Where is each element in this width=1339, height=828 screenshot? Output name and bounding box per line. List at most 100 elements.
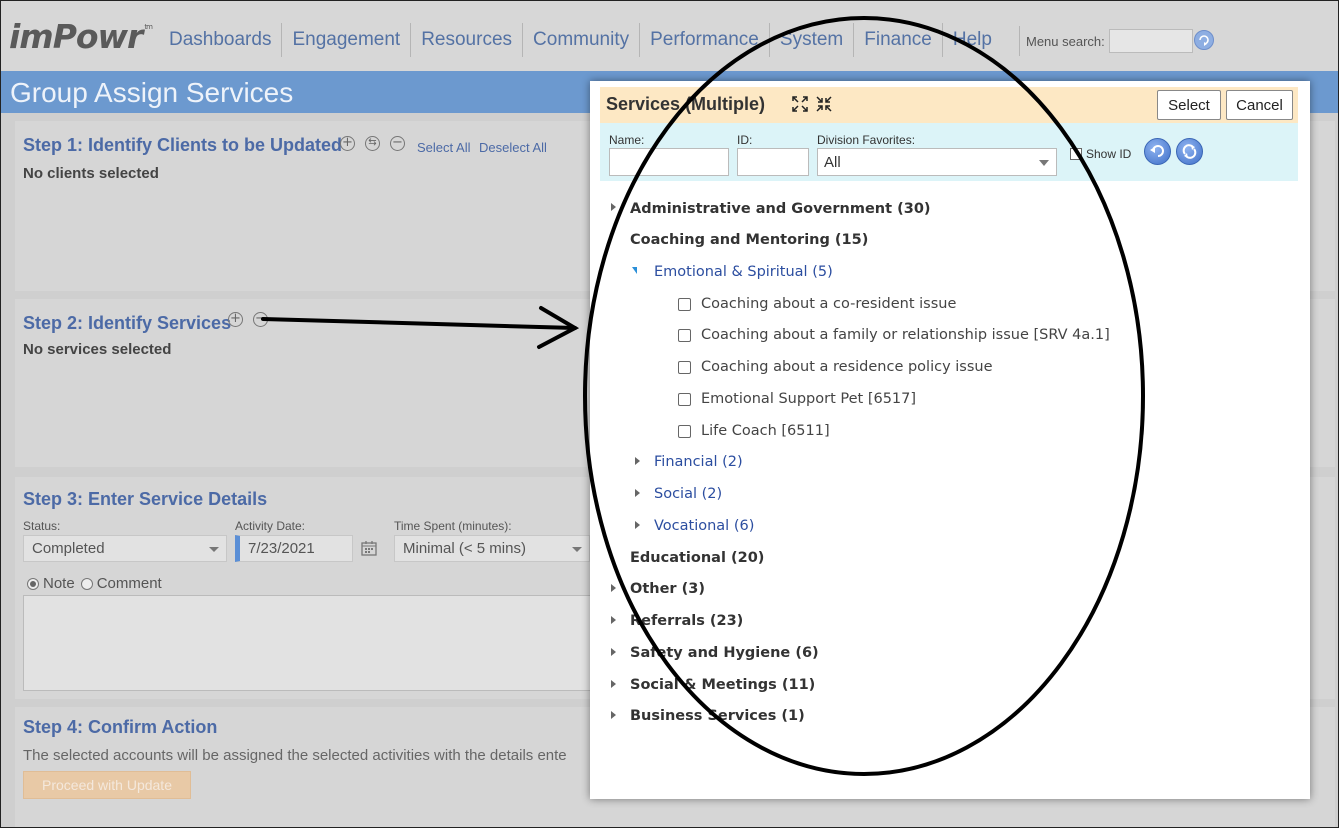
leaf-checkbox[interactable] xyxy=(678,393,691,406)
deselect-all-link[interactable]: Deselect All xyxy=(479,140,547,155)
nav-performance[interactable]: Performance xyxy=(639,23,769,57)
activity-date-input[interactable]: 7/23/2021 xyxy=(235,535,353,562)
nav-links: Dashboards Engagement Resources Communit… xyxy=(159,23,1002,57)
nav-dashboards[interactable]: Dashboards xyxy=(159,23,281,57)
id-input[interactable] xyxy=(737,148,809,176)
tree-leaf-policy[interactable]: Coaching about a residence policy issue xyxy=(701,359,993,375)
tree-category-coaching[interactable]: Coaching and Mentoring (15) xyxy=(630,232,868,248)
expand-arrow-icon[interactable] xyxy=(635,489,640,497)
note-textarea[interactable] xyxy=(23,595,625,691)
top-navigation: imPowr tm Dashboards Engagement Resources… xyxy=(1,1,1338,71)
status-label: Status: xyxy=(23,519,61,533)
step3-title: Step 3: Enter Service Details xyxy=(23,489,268,509)
menu-search: Menu search: xyxy=(1019,26,1193,56)
select-all-link[interactable]: Select All xyxy=(417,140,470,155)
tree-sub-financial[interactable]: Financial (2) xyxy=(654,454,743,470)
nav-system[interactable]: System xyxy=(768,23,853,57)
services-modal: Services (Multiple) Select Cancel Name: … xyxy=(590,81,1310,799)
tree-category-business[interactable]: Business Services (1) xyxy=(630,708,805,724)
logo-tm: tm xyxy=(144,23,153,31)
name-input[interactable] xyxy=(609,148,729,176)
tree-category-referrals[interactable]: Referrals (23) xyxy=(630,613,743,629)
step1-title: Step 1: Identify Clients to be Updated xyxy=(23,135,343,155)
nav-finance[interactable]: Finance xyxy=(853,23,942,57)
comment-radio-label: Comment xyxy=(96,575,162,592)
collapse-icon[interactable] xyxy=(816,96,832,112)
step4-title: Step 4: Confirm Action xyxy=(23,717,218,737)
add-circle-icon[interactable]: + xyxy=(340,136,355,151)
division-favorites-value: All xyxy=(824,154,841,171)
select-button[interactable]: Select xyxy=(1157,90,1221,120)
go-icon[interactable] xyxy=(1194,30,1214,50)
collapse-arrow-icon[interactable] xyxy=(632,267,637,274)
tree-leaf-family[interactable]: Coaching about a family or relationship … xyxy=(701,327,1110,343)
time-spent-value: Minimal (< 5 mins) xyxy=(403,540,526,557)
step2-title: Step 2: Identify Services xyxy=(23,313,232,333)
expand-arrow-icon[interactable] xyxy=(635,521,640,529)
remove-circle-icon[interactable]: − xyxy=(253,312,268,327)
show-id-checkbox[interactable] xyxy=(1070,148,1082,160)
tree-category-social-meetings[interactable]: Social & Meetings (11) xyxy=(630,677,815,693)
menu-search-input[interactable] xyxy=(1108,29,1193,53)
expand-arrow-icon[interactable] xyxy=(611,584,616,592)
tree-sub-emotional[interactable]: Emotional & Spiritual (5) xyxy=(654,264,833,280)
tree-sub-social[interactable]: Social (2) xyxy=(654,486,722,502)
leaf-checkbox[interactable] xyxy=(678,361,691,374)
show-id-label: Show ID xyxy=(1086,147,1132,161)
name-label: Name: xyxy=(609,133,645,147)
nav-help[interactable]: Help xyxy=(941,23,1002,57)
expand-arrow-icon[interactable] xyxy=(611,616,616,624)
page-background: imPowr tm Dashboards Engagement Resources… xyxy=(1,1,1338,827)
tree-category-other[interactable]: Other (3) xyxy=(630,581,705,597)
expand-arrow-icon[interactable] xyxy=(611,648,616,656)
leaf-checkbox[interactable] xyxy=(678,298,691,311)
swap-circle-icon[interactable]: ⇆ xyxy=(365,136,380,151)
leaf-checkbox[interactable] xyxy=(678,329,691,342)
logo-text: imPowr xyxy=(9,17,143,56)
note-radio[interactable] xyxy=(27,577,39,590)
division-favorites-label: Division Favorites: xyxy=(817,133,916,147)
time-spent-select[interactable]: Minimal (< 5 mins) xyxy=(394,535,590,562)
nav-resources[interactable]: Resources xyxy=(410,23,522,57)
tree-leaf-coresident[interactable]: Coaching about a co-resident issue xyxy=(701,296,956,312)
app-logo[interactable]: imPowr tm xyxy=(9,17,153,56)
modal-title: Services (Multiple) xyxy=(606,94,766,114)
time-spent-label: Time Spent (minutes): xyxy=(394,519,512,533)
expand-arrow-icon[interactable] xyxy=(611,711,616,719)
refresh-icon[interactable] xyxy=(1176,138,1203,165)
id-label: ID: xyxy=(737,133,753,147)
tree-category-safety[interactable]: Safety and Hygiene (6) xyxy=(630,645,819,661)
chevron-down-icon xyxy=(209,547,219,552)
expand-arrow-icon[interactable] xyxy=(611,203,616,211)
modal-header: Services (Multiple) Select Cancel xyxy=(600,87,1298,123)
expand-arrow-icon[interactable] xyxy=(611,680,616,688)
calendar-icon[interactable] xyxy=(361,540,377,556)
screenshot-frame: imPowr tm Dashboards Engagement Resources… xyxy=(0,0,1339,828)
step2-status: No services selected xyxy=(23,341,172,358)
activity-date-label: Activity Date: xyxy=(235,519,306,533)
undo-icon[interactable] xyxy=(1144,138,1171,165)
expand-icon[interactable] xyxy=(792,96,808,112)
nav-community[interactable]: Community xyxy=(522,23,639,57)
activity-date-value: 7/23/2021 xyxy=(248,540,315,557)
menu-search-label: Menu search: xyxy=(1026,33,1105,49)
expand-arrow-icon[interactable] xyxy=(635,457,640,465)
status-select-value: Completed xyxy=(32,540,105,557)
leaf-checkbox[interactable] xyxy=(678,425,691,438)
proceed-with-update-button[interactable]: Proceed with Update xyxy=(23,771,191,799)
tree-category-educational[interactable]: Educational (20) xyxy=(630,550,764,566)
nav-engagement[interactable]: Engagement xyxy=(281,23,410,57)
tree-sub-vocational[interactable]: Vocational (6) xyxy=(654,518,754,534)
chevron-down-icon xyxy=(1039,160,1049,166)
show-id-toggle[interactable]: Show ID xyxy=(1070,147,1131,161)
division-favorites-select[interactable]: All xyxy=(817,148,1057,176)
comment-radio[interactable] xyxy=(80,577,93,590)
tree-category-admin[interactable]: Administrative and Government (30) xyxy=(630,201,931,217)
tree-leaf-pet[interactable]: Emotional Support Pet [6517] xyxy=(701,391,916,407)
remove-circle-icon[interactable]: − xyxy=(390,136,405,151)
status-select[interactable]: Completed xyxy=(23,535,227,562)
note-radio-label: Note xyxy=(43,575,75,592)
add-circle-icon[interactable]: + xyxy=(228,312,243,327)
tree-leaf-lifecoach[interactable]: Life Coach [6511] xyxy=(701,423,830,439)
cancel-button[interactable]: Cancel xyxy=(1226,90,1293,120)
